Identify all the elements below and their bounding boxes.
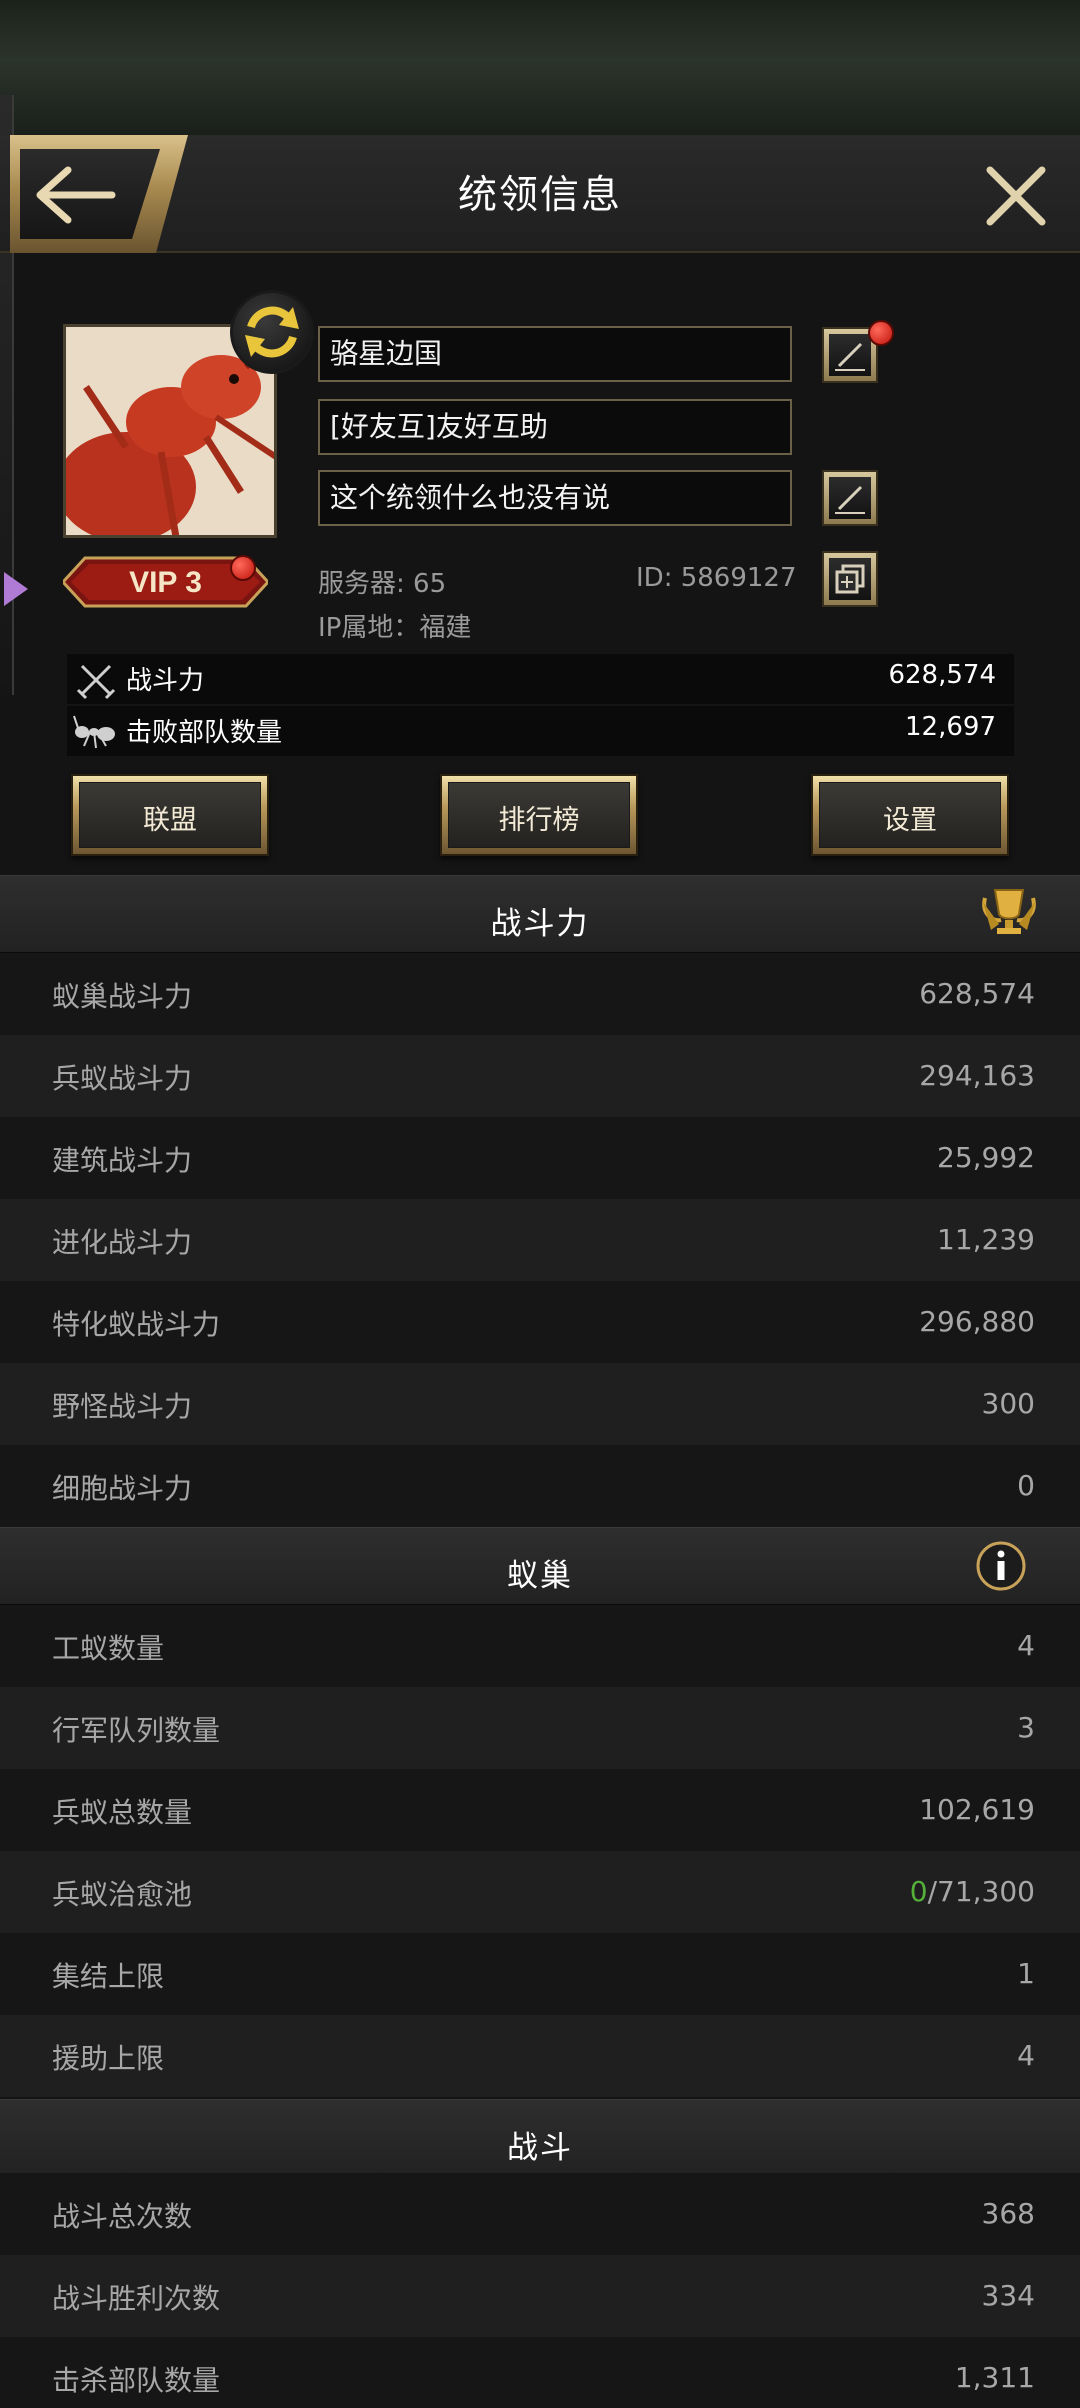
power-label: 战斗力	[126, 666, 205, 696]
row-value: 296,880	[919, 1305, 1035, 1338]
crossed-swords-icon	[76, 664, 116, 700]
row-label: 兵蚁总数量	[52, 1796, 193, 1829]
row-label: 战斗总次数	[52, 2200, 193, 2233]
section-header-battle: 战斗	[0, 2099, 1080, 2177]
row-value: 102,619	[919, 1793, 1035, 1826]
row-value: 628,574	[919, 977, 1035, 1010]
signature-field[interactable]: 这个统领什么也没有说	[318, 470, 792, 526]
edit-name-notification-dot	[868, 320, 894, 346]
settings-button-label: 设置	[883, 805, 937, 836]
row-label: 战斗胜利次数	[52, 2282, 221, 2315]
settings-button[interactable]: 设置	[811, 774, 1009, 856]
ranking-button[interactable]: 排行榜	[440, 774, 638, 856]
row-value: 4	[1017, 1629, 1035, 1662]
row-value: 294,163	[919, 1059, 1035, 1092]
vip-notification-dot	[230, 555, 256, 581]
info-icon[interactable]	[975, 1540, 1027, 1592]
row-label: 兵蚁战斗力	[52, 1062, 193, 1095]
copy-icon	[835, 564, 865, 594]
row-label: 兵蚁治愈池	[52, 1878, 193, 1911]
battle-row: 战斗胜利次数 334	[0, 2255, 1080, 2337]
row-label: 野怪战斗力	[52, 1390, 193, 1423]
row-label: 行军队列数量	[52, 1714, 221, 1747]
swap-avatar-button[interactable]	[230, 290, 314, 374]
row-label: 特化蚁战斗力	[52, 1308, 221, 1341]
power-row: 蚁巢战斗力 628,574	[0, 953, 1080, 1035]
nest-row: 工蚁数量 4	[0, 1605, 1080, 1687]
page-title: 统领信息	[457, 173, 622, 218]
player-id: ID: 5869127	[636, 563, 797, 593]
row-value: 4	[1017, 2039, 1035, 2072]
row-label: 进化战斗力	[52, 1226, 193, 1259]
section-title-power: 战斗力	[490, 906, 590, 942]
healing-pool-total: /71,300	[927, 1875, 1035, 1908]
row-value: 1	[1017, 1957, 1035, 1990]
nest-row: 兵蚁治愈池 0/71,300	[0, 1851, 1080, 1933]
commander-name-field[interactable]: 骆星边国	[318, 326, 792, 382]
trophy-icon[interactable]	[979, 884, 1039, 938]
battle-row: 战斗总次数 368	[0, 2173, 1080, 2255]
nest-row: 集结上限 1	[0, 1933, 1080, 2015]
nest-row: 兵蚁总数量 102,619	[0, 1769, 1080, 1851]
alliance-name-field: [好友互]友好互助	[318, 399, 792, 455]
row-value: 3	[1017, 1711, 1035, 1744]
row-value: 368	[981, 2197, 1035, 2230]
nest-row: 行军队列数量 3	[0, 1687, 1080, 1769]
server-label: 服务器: 65	[318, 569, 447, 599]
defeated-value: 12,697	[905, 712, 996, 742]
row-value: 11,239	[937, 1223, 1035, 1256]
power-summary-bar	[67, 654, 1014, 704]
healing-pool-value: 0/71,300	[910, 1875, 1035, 1908]
ranking-button-label: 排行榜	[498, 805, 580, 836]
row-value: 25,992	[937, 1141, 1035, 1174]
ant-icon	[73, 715, 115, 749]
copy-id-button[interactable]	[822, 551, 878, 607]
edit-signature-button[interactable]	[822, 470, 878, 526]
row-label: 援助上限	[52, 2042, 165, 2075]
section-header-power: 战斗力	[0, 875, 1080, 953]
ip-location: IP属地：福建	[318, 613, 472, 643]
power-row: 细胞战斗力 0	[0, 1445, 1080, 1527]
row-label: 击杀部队数量	[52, 2364, 221, 2397]
row-value: 300	[981, 1387, 1035, 1420]
defeated-label: 击败部队数量	[126, 718, 283, 748]
power-row: 建筑战斗力 25,992	[0, 1117, 1080, 1199]
section-header-nest: 蚁巢	[0, 1527, 1080, 1605]
nest-row: 援助上限 4	[0, 2015, 1080, 2097]
row-label: 蚁巢战斗力	[52, 980, 193, 1013]
close-icon[interactable]	[980, 160, 1052, 232]
side-drawer-arrow-icon[interactable]	[4, 572, 28, 606]
power-value: 628,574	[888, 660, 996, 690]
section-title-battle: 战斗	[507, 2130, 573, 2166]
top-background	[0, 0, 1080, 135]
row-label: 细胞战斗力	[52, 1472, 193, 1505]
power-row: 特化蚁战斗力 296,880	[0, 1281, 1080, 1363]
arrow-left-icon[interactable]	[24, 160, 124, 230]
power-row: 进化战斗力 11,239	[0, 1199, 1080, 1281]
power-row: 兵蚁战斗力 294,163	[0, 1035, 1080, 1117]
power-row: 野怪战斗力 300	[0, 1363, 1080, 1445]
refresh-icon	[245, 306, 299, 358]
healing-pool-current: 0	[909, 1875, 928, 1908]
row-label: 工蚁数量	[52, 1632, 165, 1665]
row-value: 1,311	[954, 2361, 1035, 2394]
row-label: 建筑战斗力	[52, 1144, 193, 1177]
section-title-nest: 蚁巢	[507, 1558, 573, 1594]
row-value: 0	[1017, 1469, 1035, 1502]
pen-icon	[835, 342, 865, 371]
alliance-button-label: 联盟	[143, 805, 197, 836]
row-value: 334	[981, 2279, 1035, 2312]
row-label: 集结上限	[52, 1960, 165, 1993]
battle-row: 击杀部队数量 1,311	[0, 2337, 1080, 2408]
alliance-button[interactable]: 联盟	[71, 774, 269, 856]
pen-icon	[835, 485, 865, 514]
